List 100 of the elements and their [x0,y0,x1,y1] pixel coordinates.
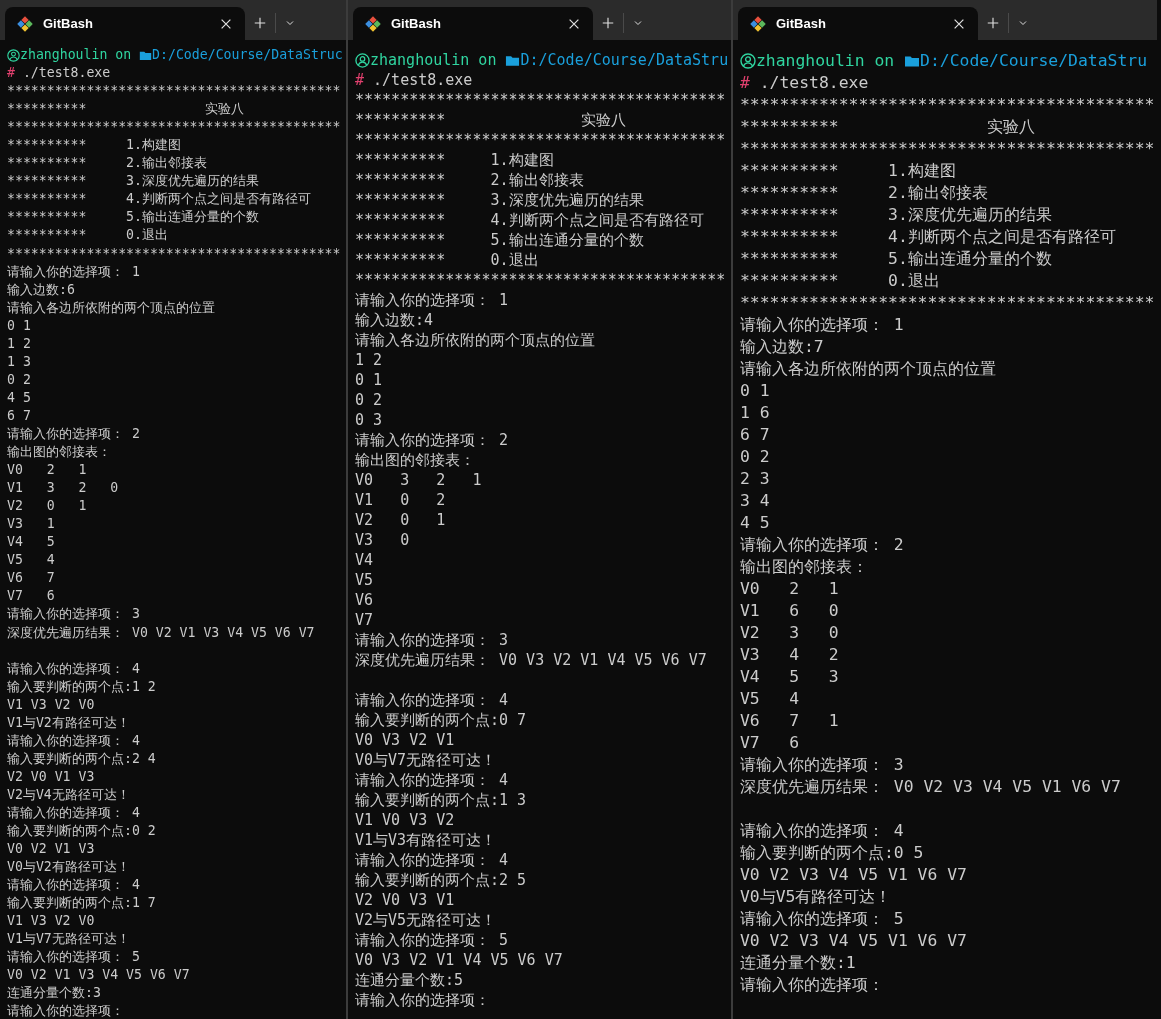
terminal-line: ****************************************** [7,118,342,137]
terminal-line: ********** 0.退出 [7,226,169,245]
terminal-line: ********** 3.深度优先遍历的结果 [740,204,1053,226]
terminal-line: 深度优先遍历结果： V0 V2 V3 V4 V5 V1 V6 V7 [740,776,1122,798]
terminal-line: V7 6 [7,587,56,606]
terminal-line: ********** 1.构建图 [7,136,182,155]
user-icon [7,48,20,62]
terminal-line: 请输入你的选择项： 2 [7,425,141,443]
terminal-line: ********** 3.深度优先遍历的结果 [7,172,260,191]
terminal-line: ********** 实验八 [355,110,627,130]
terminal-line: V4 5 [7,533,56,552]
terminal-line: V0与V5有路径可达！ [740,886,893,908]
terminal-line: 请输入你的选择项： 4 [7,659,141,678]
terminal-line: 请输入你的选择项： 2 [740,534,905,556]
terminal-line: 连通分量个数:5 [355,970,465,990]
terminal-line: 4 5 [7,388,32,407]
terminal-line: 连通分量个数:3 [7,984,102,1003]
terminal-line: 请输入你的选择项： 5 [740,908,905,930]
command-text: ./test8.exe [372,70,473,90]
directory-path: D:/Code/Course/DataStruc [152,46,343,64]
terminal-line: 请输入你的选择项： 3 [740,754,905,776]
plus-icon [601,16,615,30]
terminal-line: 请输入你的选择项： 1 [355,290,510,310]
tab[interactable]: GitBash [5,7,245,40]
terminal-line: 输入要判断的两个点:2 4 [7,749,157,768]
terminal-line: V4 [355,550,375,570]
terminal-line: V1 6 0 [740,600,840,622]
terminal-line: 请输入你的选择项： 4 [7,876,141,895]
terminal-line: ********** 实验八 [7,100,246,119]
terminal-line: V6 7 1 [740,710,840,732]
terminal-line: 6 7 [7,406,32,425]
terminal-line: 0 1 [740,380,771,402]
terminal-line: 1 6 [740,402,771,424]
terminal-line: 1 2 [7,334,32,353]
terminal-line: V2 0 1 [7,497,88,516]
terminal-line: ********** 1.构建图 [740,160,957,182]
prompt-text: on [873,50,896,72]
plus-icon [986,16,1000,30]
terminal-line: V6 [355,590,375,610]
terminal-line: V1 0 2 [355,490,447,510]
terminal-line: ********** 4.判断两个点之间是否有路径可 [7,190,312,209]
tab[interactable]: GitBash [738,7,978,40]
terminal-line: V2与V5无路径可达！ [355,910,498,930]
terminal-line: 输出图的邻接表： [7,443,112,462]
terminal-line: V0 2 1 [740,578,840,600]
directory-path: D:/Code/Course/DataStru [920,50,1147,72]
app-logo-icon [750,15,766,32]
app-logo-icon [17,15,33,32]
terminal-line: V1 V3 V2 V0 [7,912,96,931]
terminal-line: ****************************************** [7,82,342,101]
prompt-symbol: # [740,72,750,94]
terminal-line: 请输入你的选择项： [7,1002,125,1019]
terminal-line: 请输入你的选择项： 2 [355,430,510,450]
terminal-line: 2 3 [740,468,771,490]
plus-icon [253,16,267,30]
terminal-line: 请输入你的选择项： 5 [7,948,141,967]
terminal-line: 输出图的邻接表： [740,556,869,578]
terminal-line: 请输入你的选择项： 1 [7,262,141,281]
terminal-line: 0 2 [7,370,32,389]
terminal-line: V3 4 2 [740,644,840,666]
terminal-line: V2 0 1 [355,510,447,530]
terminal-line: V1与V2有路径可达！ [7,713,131,732]
terminal-line: 请输入你的选择项： [355,990,491,1010]
terminal-line: V0 3 2 1 [355,470,483,490]
terminal-line: 请输入你的选择项： 4 [355,770,510,790]
tab[interactable]: GitBash [353,7,593,40]
terminal-line: 输入要判断的两个点:1 2 [7,677,157,696]
terminal-line: ********** 0.退出 [355,250,540,270]
terminal-line: 0 3 [355,410,384,430]
prompt-symbol: # [355,70,365,90]
terminal-line: V6 7 [7,569,56,588]
terminal-line: 输入要判断的两个点:1 7 [7,894,157,913]
terminal-line: V2 V0 V1 V3 [7,767,96,786]
app-logo-icon [365,15,381,32]
terminal-line: 请输入你的选择项： [740,974,885,996]
terminal-line: V0 V2 V3 V4 V5 V1 V6 V7 [740,930,968,952]
terminal-line: 输入要判断的两个点:0 2 [7,822,157,840]
terminal-line: 1 3 [7,352,32,371]
terminal-line: ********** 2.输出邻接表 [740,182,989,204]
terminal-line: ********** 0.退出 [740,270,941,292]
prompt-symbol: # [7,64,15,83]
terminal-line: V5 [355,570,375,590]
terminal-line: 6 7 [740,424,771,446]
terminal-line: V5 4 [7,551,56,570]
terminal-line: 输入边数:7 [740,336,825,358]
user-name: zhanghoulin [756,50,865,72]
terminal-line: V0与V2有路径可达！ [7,858,131,877]
terminal-line: 请输入你的选择项： 4 [355,850,510,870]
terminal-line: ****************************************** [740,94,1156,116]
terminal-line: ********** 2.输出邻接表 [7,154,208,173]
directory-path: D:/Code/Course/DataStru [520,50,729,70]
terminal-line: 输入要判断的两个点:0 7 [355,710,528,730]
terminal-line: ********** 4.判断两个点之间是否有路径可 [355,210,705,230]
prompt-text: on [477,50,498,70]
user-icon [740,53,756,69]
terminal-line: 请输入你的选择项： 4 [740,820,905,842]
terminal-line: 连通分量个数:1 [740,952,857,974]
terminal-line: 请输入你的选择项： 1 [740,314,905,336]
terminal-line: ********** 1.构建图 [355,150,555,170]
terminal-line: 请输入你的选择项： 4 [7,803,141,822]
